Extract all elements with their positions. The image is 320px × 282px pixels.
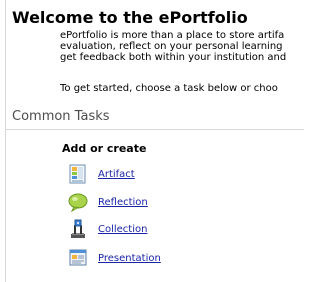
task-reflection-link[interactable]: Reflection [98, 197, 148, 208]
intro-text: ePortfolio is more than a place to store… [60, 30, 304, 63]
reflection-icon[interactable] [68, 192, 88, 213]
task-collection-link[interactable]: Collection [98, 224, 147, 235]
collection-icon[interactable] [68, 219, 88, 239]
common-tasks-heading: Common Tasks [12, 109, 110, 124]
task-collection: Collection [68, 218, 147, 240]
page-title: Welcome to the ePortfolio [12, 8, 248, 27]
add-or-create-heading: Add or create [62, 142, 147, 155]
section-divider [6, 129, 304, 130]
task-artifact-link[interactable]: Artifact [98, 169, 135, 180]
get-started-text: To get started, choose a task below or c… [60, 83, 278, 94]
task-presentation-link[interactable]: Presentation [98, 253, 161, 264]
task-presentation: Presentation [68, 247, 161, 269]
presentation-icon[interactable] [68, 248, 88, 268]
task-reflection: Reflection [68, 191, 148, 213]
intro-line: ePortfolio is more than a place to store… [60, 30, 285, 41]
intro-line: get feedback both within your institutio… [60, 52, 287, 63]
intro-line: evaluation, reflect on your personal lea… [60, 41, 283, 52]
task-artifact: Artifact [68, 163, 135, 185]
artifact-icon[interactable] [68, 164, 88, 184]
